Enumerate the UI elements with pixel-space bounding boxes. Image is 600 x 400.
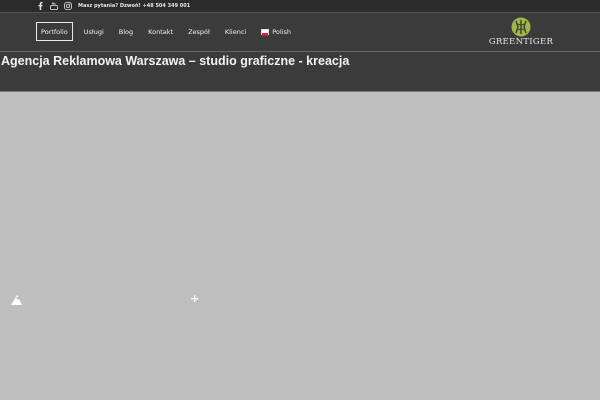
facebook-icon[interactable] <box>36 2 44 10</box>
plus-icon[interactable]: + <box>190 293 199 304</box>
nav-item-uslugi[interactable]: Usługi <box>80 22 108 41</box>
nav-item-blog[interactable]: Blog <box>115 22 137 41</box>
logo-wordmark: GREENTIGER <box>488 37 554 47</box>
main-header: Portfolio Usługi Blog Kontakt Zespół Kli… <box>0 13 600 52</box>
language-switcher[interactable]: Polish <box>257 22 295 41</box>
page-title-band: Agencja Reklamowa Warszawa – studio graf… <box>0 52 600 92</box>
pl-flag-icon <box>261 28 270 36</box>
contact-phone-text[interactable]: Masz pytania? Dzwoń! +48 504 349 001 <box>78 3 190 9</box>
nav-item-kontakt[interactable]: Kontakt <box>144 22 177 41</box>
social-links <box>36 2 72 10</box>
page-title: Agencja Reklamowa Warszawa – studio graf… <box>1 54 350 68</box>
nav-item-portfolio[interactable]: Portfolio <box>36 22 73 41</box>
nav-item-klienci[interactable]: Klienci <box>221 22 250 41</box>
content-area: + <box>0 92 600 400</box>
nav-item-zespol[interactable]: Zespół <box>184 22 214 41</box>
youtube-icon[interactable] <box>50 2 58 10</box>
top-utility-bar: Masz pytania? Dzwoń! +48 504 349 001 <box>0 0 600 13</box>
language-label: Polish <box>272 27 292 36</box>
tiger-emblem-icon <box>511 17 531 37</box>
main-nav: Portfolio Usługi Blog Kontakt Zespół Kli… <box>36 22 302 41</box>
loading-placeholder-icon <box>11 295 22 305</box>
instagram-icon[interactable] <box>64 2 72 10</box>
greentiger-logo[interactable]: GREENTIGER <box>488 17 554 49</box>
